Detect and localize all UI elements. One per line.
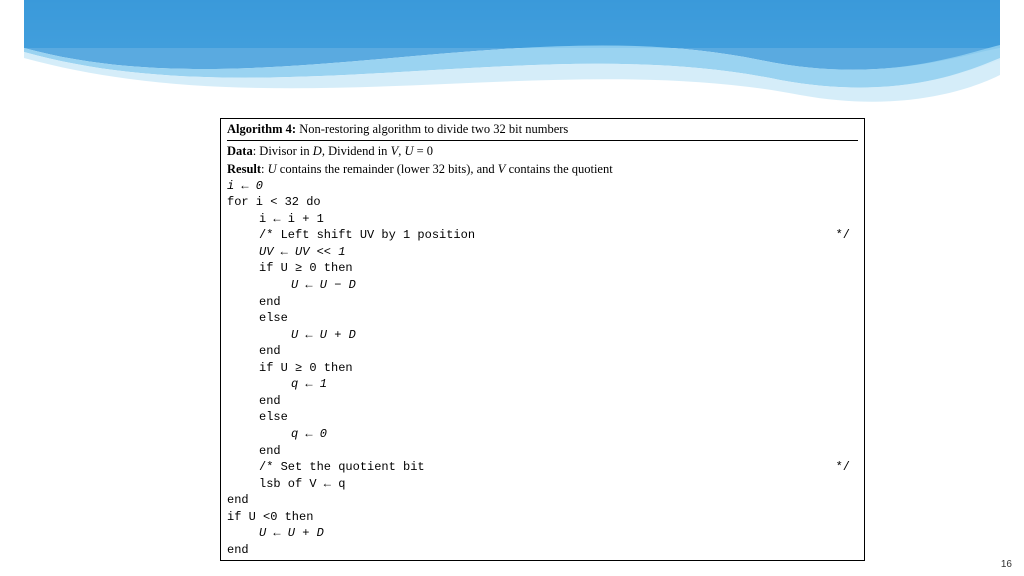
algorithm-title: Algorithm 4: Non-restoring algorithm to … [227, 121, 858, 141]
algo-desc: Non-restoring algorithm to divide two 32… [296, 122, 568, 136]
result-label: Result [227, 162, 261, 176]
algorithm-box: Algorithm 4: Non-restoring algorithm to … [220, 118, 865, 561]
algo-data-line: Data: Divisor in D, Dividend in V, U = 0 [227, 143, 858, 160]
data-label: Data [227, 144, 253, 158]
algo-body: i ← 0 for i < 32 do i ← i + 1 /* Left sh… [227, 178, 858, 559]
algo-number: Algorithm 4: [227, 122, 296, 136]
page-number: 16 [1001, 559, 1012, 570]
algo-result-line: Result: U contains the remainder (lower … [227, 161, 858, 178]
wave-banner [0, 0, 1024, 110]
